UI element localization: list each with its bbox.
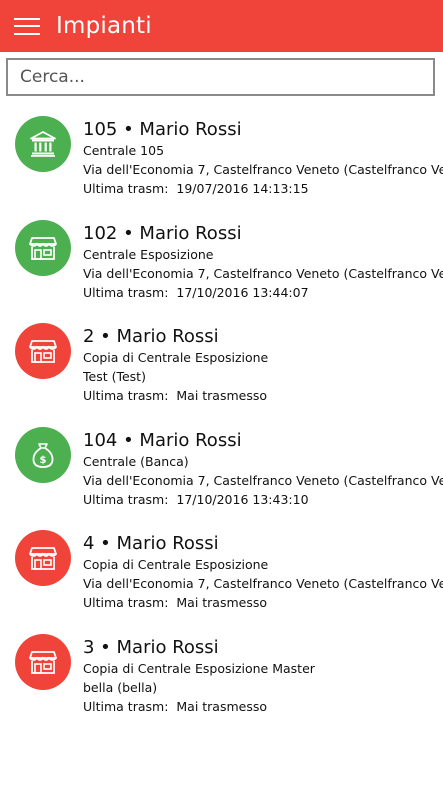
status-avatar bbox=[15, 219, 71, 276]
item-address: Via dell'Economia 7, Castelfranco Veneto… bbox=[83, 162, 443, 177]
item-name: Copia di Centrale Esposizione bbox=[83, 350, 269, 366]
item-name: Copia di Centrale Esposizione bbox=[83, 557, 269, 573]
item-title: 102 • Mario Rossi bbox=[83, 222, 242, 244]
list-item[interactable]: 105 • Mario Rossi Centrale 105 Via dell'… bbox=[0, 113, 443, 217]
last-label: Ultima trasm: bbox=[83, 181, 169, 196]
store-icon bbox=[29, 340, 57, 364]
hamburger-line bbox=[14, 25, 40, 27]
hamburger-menu-icon[interactable] bbox=[14, 17, 40, 35]
last-label: Ultima trasm: bbox=[83, 698, 169, 714]
last-value: 17/10/2016 13:44:07 bbox=[176, 284, 309, 300]
last-value: 19/07/2016 14:13:15 bbox=[176, 181, 309, 196]
item-last-transmission: Ultima trasm: 17/10/2016 13:44:07 bbox=[83, 283, 443, 302]
money-bag-icon: $ bbox=[32, 442, 54, 468]
item-address: Via dell'Economia 7, Castelfranco Veneto… bbox=[83, 576, 443, 592]
search-input[interactable] bbox=[8, 60, 433, 94]
item-name: Centrale Esposizione bbox=[83, 246, 214, 262]
last-label: Ultima trasm: bbox=[83, 595, 169, 611]
item-last-transmission: Ultima trasm: Mai trasmesso bbox=[83, 697, 443, 716]
hamburger-line bbox=[14, 32, 40, 35]
bank-icon bbox=[30, 131, 56, 157]
last-label: Ultima trasm: bbox=[83, 491, 169, 507]
list-item[interactable]: 4 • Mario Rossi Copia di Centrale Esposi… bbox=[0, 527, 443, 631]
last-label: Ultima trasm: bbox=[83, 284, 169, 300]
last-value: 17/10/2016 13:43:10 bbox=[176, 491, 309, 507]
last-value: Mai trasmesso bbox=[176, 698, 268, 714]
search-box bbox=[6, 58, 435, 96]
store-icon bbox=[29, 236, 57, 260]
item-title: 105 • Mario Rossi bbox=[83, 119, 242, 140]
list-item[interactable]: 2 • Mario Rossi Copia di Centrale Esposi… bbox=[0, 320, 443, 424]
app-header: Impianti bbox=[0, 0, 443, 52]
page-title: Impianti bbox=[56, 13, 152, 39]
item-address: Via dell'Economia 7, Castelfranco Veneto… bbox=[83, 265, 443, 281]
status-avatar bbox=[15, 633, 71, 690]
list-item[interactable]: $ 104 • Mario Rossi Centrale (Banca) Via… bbox=[0, 424, 443, 528]
store-icon bbox=[29, 651, 57, 674]
item-last-transmission: Ultima trasm: 19/07/2016 14:13:15 bbox=[83, 179, 443, 198]
item-last-transmission: Ultima trasm: 17/10/2016 13:43:10 bbox=[83, 490, 443, 509]
item-last-transmission: Ultima trasm: Mai trasmesso bbox=[83, 386, 443, 405]
status-avatar bbox=[15, 530, 71, 587]
item-title: 2 • Mario Rossi bbox=[83, 326, 219, 348]
list-item[interactable]: 102 • Mario Rossi Centrale Esposizione V… bbox=[0, 217, 443, 321]
status-avatar bbox=[15, 116, 71, 172]
status-avatar: $ bbox=[15, 426, 71, 483]
impianti-list: 105 • Mario Rossi Centrale 105 Via dell'… bbox=[0, 113, 443, 735]
svg-text:$: $ bbox=[40, 455, 47, 466]
list-item[interactable]: 3 • Mario Rossi Copia di Centrale Esposi… bbox=[0, 631, 443, 735]
status-avatar bbox=[15, 323, 71, 380]
hamburger-line bbox=[14, 17, 40, 20]
last-value: Mai trasmesso bbox=[176, 388, 268, 404]
item-last-transmission: Ultima trasm: Mai trasmesso bbox=[83, 593, 443, 612]
item-title: 4 • Mario Rossi bbox=[83, 533, 219, 555]
item-address: Via dell'Economia 7, Castelfranco Veneto… bbox=[83, 472, 443, 488]
store-icon bbox=[29, 547, 57, 571]
item-name: Centrale (Banca) bbox=[83, 453, 189, 469]
item-title: 104 • Mario Rossi bbox=[83, 429, 242, 451]
last-value: Mai trasmesso bbox=[176, 595, 268, 611]
item-name: Centrale 105 bbox=[83, 143, 165, 158]
item-title: 3 • Mario Rossi bbox=[83, 636, 219, 658]
item-address: bella (bella) bbox=[83, 679, 158, 695]
item-address: Test (Test) bbox=[83, 369, 146, 385]
item-name: Copia di Centrale Esposizione Master bbox=[83, 660, 315, 676]
last-label: Ultima trasm: bbox=[83, 388, 169, 404]
